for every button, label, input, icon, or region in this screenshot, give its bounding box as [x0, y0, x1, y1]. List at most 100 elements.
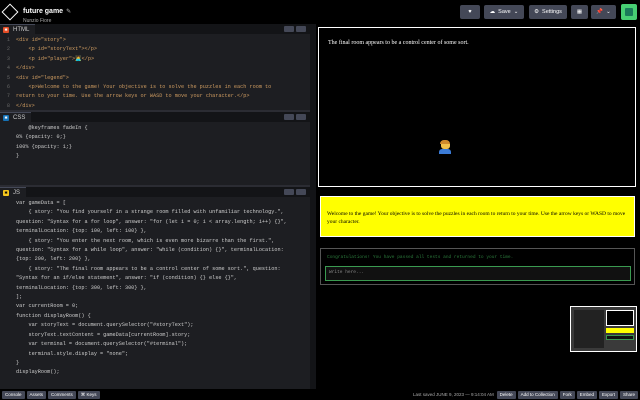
save-button[interactable]: ☁ Save ⌄ — [484, 5, 524, 19]
code-line[interactable]: 2 <p id="storyText"></p> — [7, 45, 304, 54]
add-to-collection-button[interactable]: Add to Collection — [517, 390, 558, 399]
chevron-down-icon: ⌄ — [606, 9, 611, 15]
code-text: <p id="player">🧑‍💻</p> — [16, 55, 95, 62]
embed-button[interactable]: Embed — [576, 390, 597, 399]
user-avatar[interactable] — [621, 4, 637, 20]
code-line[interactable]: displayRoom(); — [16, 368, 304, 377]
css-code-editor[interactable]: @keyframes fadeIn {0% {opacity: 0;} 100% … — [0, 122, 310, 185]
code-line[interactable]: terminalLocation: {top: 100, left: 100} … — [16, 227, 304, 236]
code-line[interactable]: var currentRoom = 0; — [16, 302, 304, 311]
code-text: ]; — [16, 294, 23, 301]
share-button[interactable]: Share — [619, 390, 638, 399]
code-line[interactable]: 0% {opacity: 0;} — [16, 133, 304, 142]
code-line[interactable]: 7 return to your time. Use the arrow keys… — [7, 92, 304, 101]
css-pane-header: ✱ CSS — [0, 112, 310, 122]
console-button[interactable]: Console — [2, 390, 25, 399]
layout-icon: ▦ — [576, 9, 583, 15]
code-line[interactable]: { story: "You find yourself in a strange… — [16, 208, 304, 217]
chevron-down-icon[interactable] — [296, 114, 306, 120]
code-text: } — [16, 359, 20, 366]
terminal-output: Congratulations! You have passed all tes… — [327, 255, 514, 260]
code-line[interactable]: {top: 200, left: 200} }, — [16, 255, 304, 264]
assets-button[interactable]: Assets — [26, 390, 47, 399]
code-text: question: "Syntax for a while loop", ans… — [16, 247, 284, 254]
js-pane-controls[interactable] — [284, 189, 306, 195]
code-line[interactable]: function displayRoom() { — [16, 312, 304, 321]
code-line[interactable]: 100% {opacity: 1;} — [16, 143, 304, 152]
code-line[interactable]: terminal.style.display = "none"; — [16, 350, 304, 359]
css-tab-label: CSS — [13, 114, 26, 121]
code-text: </div> — [16, 102, 35, 109]
comments-button[interactable]: Comments — [48, 390, 76, 399]
code-text: return to your time. Use the arrow keys … — [16, 93, 250, 100]
code-line[interactable]: "Syntax for an if/else statement", answe… — [16, 274, 304, 283]
settings-button[interactable]: ⚙ Settings — [529, 5, 567, 19]
chevron-down-icon[interactable] — [296, 189, 306, 195]
line-number: 6 — [6, 84, 10, 91]
code-line[interactable]: 4 </div> — [7, 64, 304, 73]
html-code-editor[interactable]: 1 <div id="story"> 2 <p id="storyText"></p… — [0, 34, 310, 110]
gear-icon[interactable] — [284, 114, 294, 120]
code-line[interactable]: terminalLocation: {top: 300, left: 300} … — [16, 284, 304, 293]
code-text: { story: "You find yourself in a strange… — [16, 209, 284, 216]
code-line[interactable]: var gameData = [ — [16, 199, 304, 208]
code-text: terminal.style.display = "none"; — [16, 350, 129, 357]
delete-button[interactable]: Delete — [496, 390, 516, 399]
code-line[interactable]: { story: "The final room appears to be a… — [16, 265, 304, 274]
like-button[interactable]: ♥ — [460, 5, 480, 19]
code-text: question: "Syntax for a for loop", answe… — [16, 218, 287, 225]
code-text: var terminal = document.querySelector("#… — [16, 341, 188, 348]
html-pane-controls[interactable] — [284, 26, 306, 32]
code-line[interactable]: @keyframes fadeIn { — [16, 124, 304, 133]
terminal-input[interactable]: Write here... — [325, 266, 631, 281]
code-line[interactable]: { story: "You enter the next room, which… — [16, 237, 304, 246]
code-line[interactable]: var terminal = document.querySelector("#… — [16, 340, 304, 349]
code-line[interactable]: } — [16, 359, 304, 368]
layout-button[interactable]: ▦ — [571, 5, 588, 19]
edit-pencil-icon[interactable]: ✎ — [66, 9, 71, 15]
code-line[interactable]: 6 <p>Welcome to the game! Your objective… — [7, 83, 304, 92]
editor-column: ✱ HTML 1 <div id="story"> 2 <p id="storyTex… — [0, 24, 310, 389]
js-icon: ✱ — [3, 189, 9, 196]
code-text: } — [16, 153, 20, 160]
author-name[interactable]: Nunzio Fiore — [23, 18, 71, 24]
export-button[interactable]: Export — [598, 390, 618, 399]
code-text: </div> — [16, 65, 35, 72]
code-text: terminalLocation: {top: 100, left: 100} … — [16, 228, 147, 235]
code-line[interactable]: 8 </div> — [7, 102, 304, 110]
legend-box: Welcome to the game! Your objective is t… — [320, 196, 635, 237]
code-line[interactable]: } — [16, 152, 304, 161]
gear-icon[interactable] — [284, 26, 294, 32]
minimap-thumbnail[interactable] — [570, 306, 637, 352]
code-line[interactable]: question: "Syntax for a while loop", ans… — [16, 246, 304, 255]
line-number: 1 — [6, 37, 10, 43]
code-line[interactable]: ]; — [16, 293, 304, 302]
codepen-logo-icon[interactable] — [1, 3, 19, 21]
pin-button[interactable]: 📌 ⌄ — [591, 5, 616, 19]
code-line[interactable]: 1 <div id="story"> — [7, 36, 304, 45]
project-title-block: future game ✎ Nunzio Fiore — [23, 1, 71, 24]
tab-css[interactable]: ✱ CSS — [0, 112, 32, 122]
chevron-down-icon: ⌄ — [513, 9, 519, 15]
code-line[interactable]: var storyText = document.querySelector("… — [16, 321, 304, 330]
keys-button[interactable]: ⌘ Keys — [77, 390, 100, 399]
tab-js[interactable]: ✱ JS — [0, 187, 27, 197]
player-character-icon[interactable] — [439, 140, 451, 154]
code-line[interactable]: 3 <p id="player">🧑‍💻</p> — [7, 55, 304, 64]
heart-icon: ♥ — [468, 9, 472, 15]
gear-icon[interactable] — [284, 189, 294, 195]
chevron-down-icon[interactable] — [296, 26, 306, 32]
code-text: <div id="legend"> — [16, 74, 69, 81]
code-line[interactable]: question: "Syntax for a for loop", answe… — [16, 218, 304, 227]
fork-button[interactable]: Fork — [559, 390, 575, 399]
code-line[interactable]: storyText.textContent = gameData[current… — [16, 331, 304, 340]
code-text: <div id="story"> — [16, 37, 66, 43]
code-text: "Syntax for an if/else statement", answe… — [16, 275, 238, 282]
cloud-icon: ☁ — [489, 9, 496, 15]
css-pane-controls[interactable] — [284, 114, 306, 120]
code-line[interactable]: 5 <div id="legend"> — [7, 74, 304, 83]
tab-html[interactable]: ✱ HTML — [0, 24, 36, 34]
code-text: {top: 200, left: 200} }, — [16, 256, 91, 263]
js-code-editor[interactable]: var gameData = [ { story: "You find your… — [0, 197, 310, 397]
project-title[interactable]: future game — [23, 8, 63, 15]
